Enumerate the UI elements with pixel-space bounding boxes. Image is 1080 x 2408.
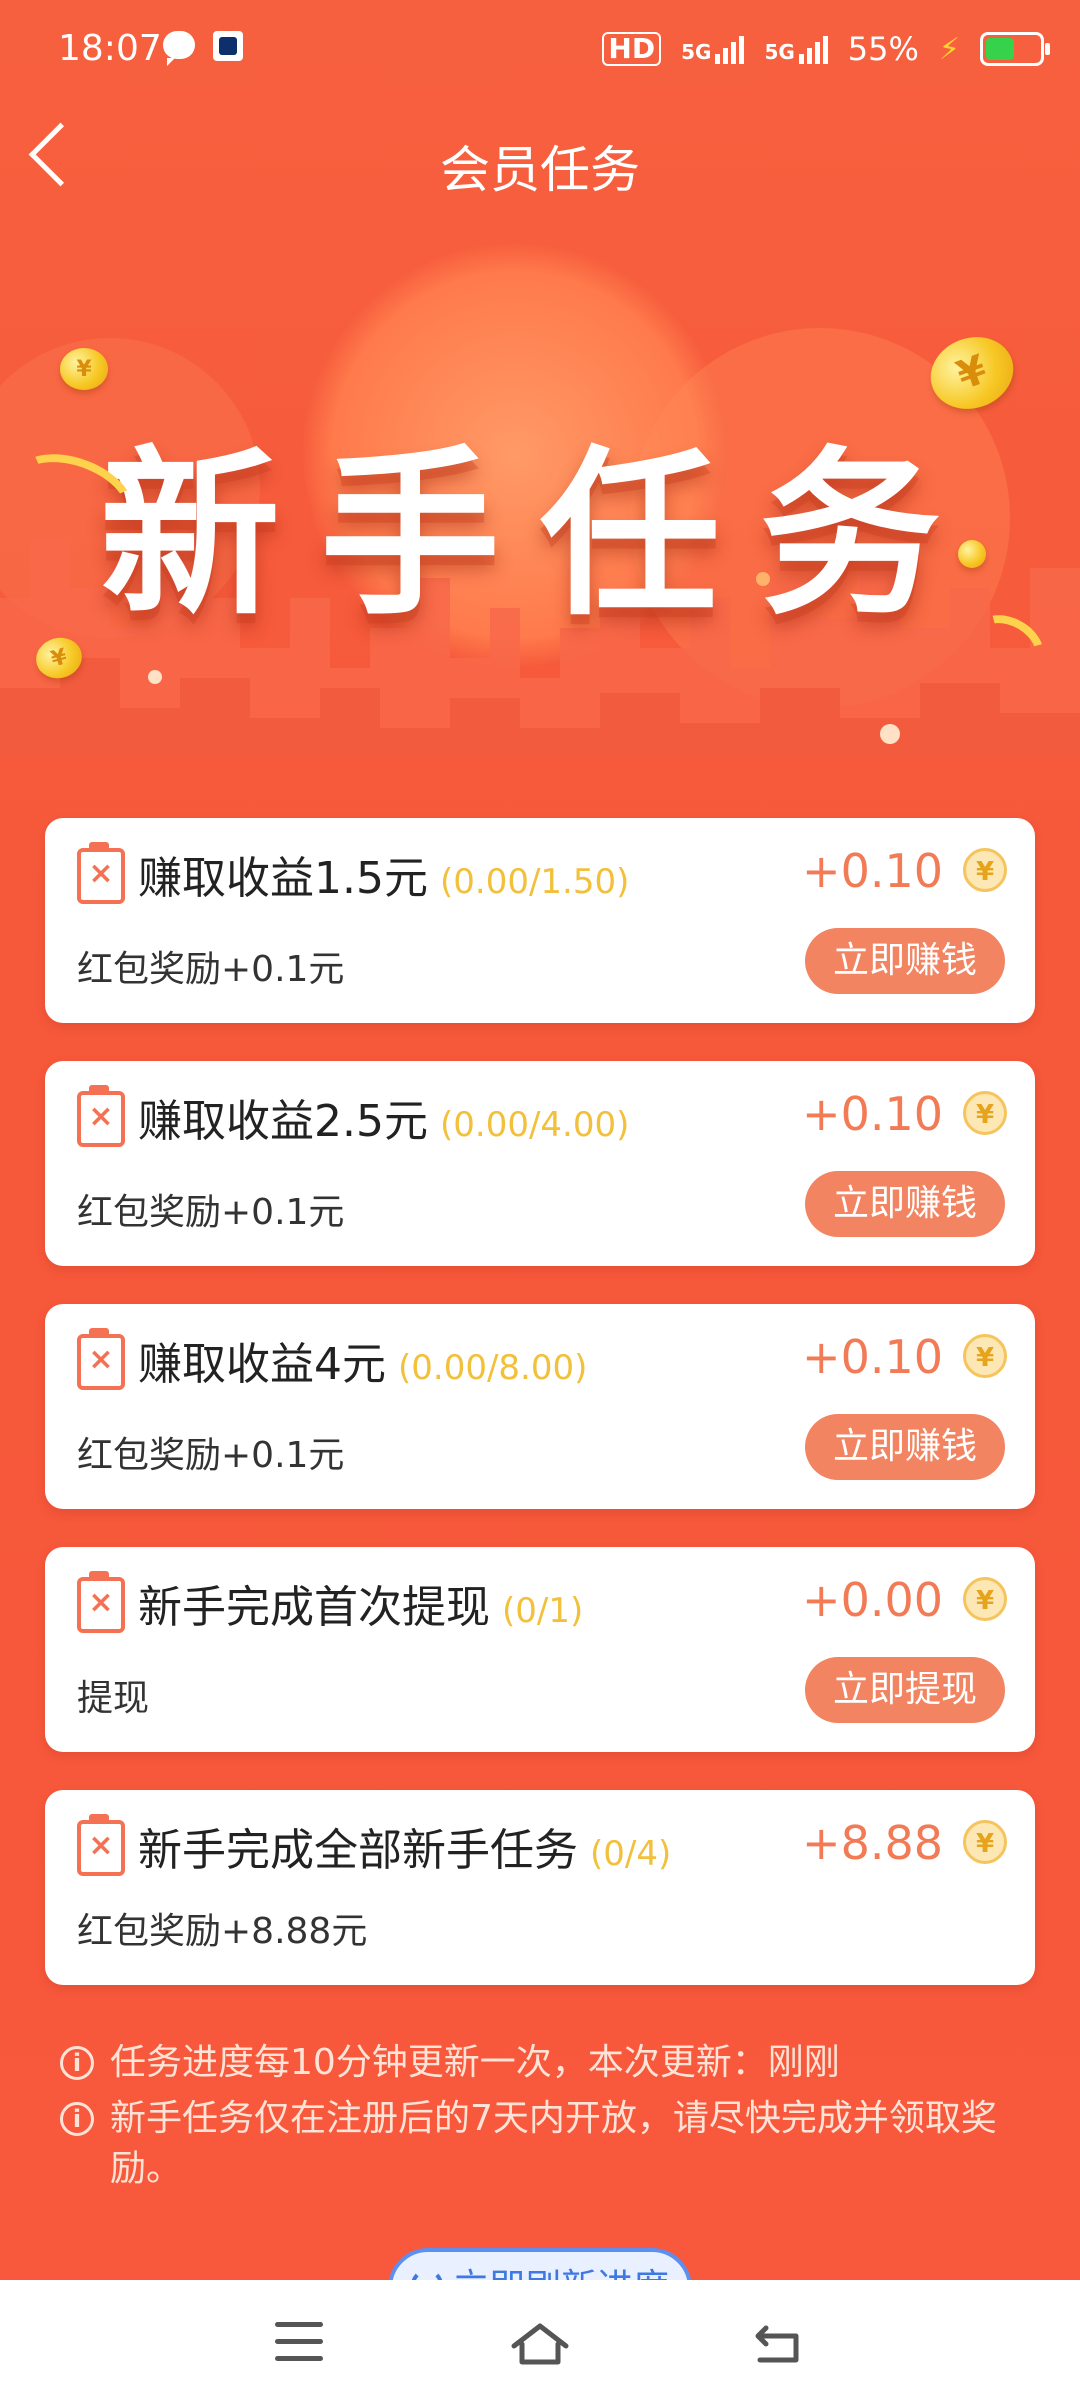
task-reward: +8.88 (802, 1816, 943, 1870)
task-progress: (0/4) (590, 1834, 672, 1874)
task-clipboard-icon (77, 1085, 125, 1147)
yuan-coin-icon: ¥ (963, 848, 1007, 892)
battery-icon (980, 32, 1050, 66)
task-progress: (0/1) (502, 1591, 584, 1631)
sparkle-decoration (880, 724, 900, 744)
task-clipboard-icon (77, 1814, 125, 1876)
hd-icon: HD (602, 32, 662, 66)
task-card: 赚取收益4元(0.00/8.00) +0.10 ¥ 红包奖励+0.1元 立即赚钱 (45, 1304, 1035, 1509)
back-icon[interactable] (752, 2322, 808, 2366)
task-clipboard-icon (77, 1571, 125, 1633)
task-reward: +0.10 (802, 1087, 943, 1141)
task-subtitle: 红包奖励+8.88元 (77, 1911, 368, 1952)
charging-icon: ⚡ (938, 31, 960, 67)
task-title: 赚取收益2.5元 (0.00/4.00) (138, 1096, 630, 1147)
menu-icon[interactable] (275, 2322, 323, 2362)
app-notification-icon (213, 31, 243, 61)
coin-decoration-icon: ¥ (60, 348, 108, 390)
yuan-coin-icon: ¥ (963, 1577, 1007, 1621)
earn-now-button[interactable]: 立即赚钱 (805, 928, 1005, 994)
yuan-coin-icon: ¥ (963, 1820, 1007, 1864)
yuan-coin-icon: ¥ (963, 1091, 1007, 1135)
status-indicators: HD 5G 5G 55% ⚡ (602, 30, 1050, 68)
info-icon: i (60, 2046, 94, 2080)
task-card: 新手完成首次提现(0/1) +0.00 ¥ 提现 立即提现 (45, 1547, 1035, 1752)
coin-decoration-icon (958, 540, 986, 568)
withdraw-now-button[interactable]: 立即提现 (805, 1657, 1005, 1723)
task-clipboard-icon (77, 1328, 125, 1390)
task-reward: +0.10 (802, 1330, 943, 1384)
task-reward: +0.10 (802, 844, 943, 898)
task-reward: +0.00 (802, 1573, 943, 1627)
task-card: 赚取收益2.5元(0.00/4.00) +0.10 ¥ 红包奖励+0.1元 立即… (45, 1061, 1035, 1266)
task-title: 赚取收益1.5元 (0.00/1.50) (138, 853, 630, 904)
network-5g-2: 5G (764, 34, 828, 64)
task-title: 新手完成首次提现 (0/1) (138, 1582, 584, 1633)
signal-icon (798, 34, 828, 64)
status-time: 18:07 (58, 28, 162, 69)
earn-now-button[interactable]: 立即赚钱 (805, 1171, 1005, 1237)
task-card: 新手完成全部新手任务(0/4) +8.88 ¥ 红包奖励+8.88元 (45, 1790, 1035, 1985)
info-icon: i (60, 2102, 94, 2136)
task-progress: (0.00/4.00) (439, 1105, 630, 1145)
note-item: i 任务进度每10分钟更新一次，本次更新：刚刚 (58, 2038, 1018, 2088)
signal-icon (715, 34, 745, 64)
task-progress: (0.00/1.50) (439, 862, 630, 902)
task-title: 新手完成全部新手任务 (0/4) (138, 1825, 672, 1876)
battery-percent: 55% (847, 30, 919, 68)
task-title: 赚取收益4元 (0.00/8.00) (138, 1339, 588, 1390)
banner-title: 新手任务 (99, 431, 980, 640)
task-card: 赚取收益1.5元(0.00/1.50) +0.10 ¥ 红包奖励+0.1元 立即… (45, 818, 1035, 1023)
notification-icons (163, 31, 243, 66)
task-subtitle: 提现 (77, 1678, 150, 1719)
status-bar: 18:07 HD 5G 5G 55% ⚡ (0, 0, 1080, 98)
sparkle-decoration (756, 572, 770, 586)
page-title: 会员任务 (440, 141, 640, 199)
system-navigation-bar (0, 2280, 1080, 2408)
task-subtitle: 红包奖励+0.1元 (77, 1192, 345, 1233)
task-subtitle: 红包奖励+0.1元 (77, 949, 345, 990)
banner: 新手任务 ¥ ¥ ¥ (0, 238, 1080, 758)
task-subtitle: 红包奖励+0.1元 (77, 1435, 345, 1476)
earn-now-button[interactable]: 立即赚钱 (805, 1414, 1005, 1480)
task-progress: (0.00/8.00) (398, 1348, 588, 1388)
yuan-coin-icon: ¥ (963, 1334, 1007, 1378)
task-clipboard-icon (77, 842, 125, 904)
network-5g-1: 5G (681, 34, 745, 64)
notes: i 任务进度每10分钟更新一次，本次更新：刚刚 i 新手任务仅在注册后的7天内开… (58, 2038, 1018, 2194)
home-icon[interactable] (508, 2320, 572, 2368)
sparkle-decoration (148, 670, 162, 684)
message-icon (163, 31, 195, 66)
note-item: i 新手任务仅在注册后的7天内开放，请尽快完成并领取奖励。 (58, 2094, 1018, 2194)
